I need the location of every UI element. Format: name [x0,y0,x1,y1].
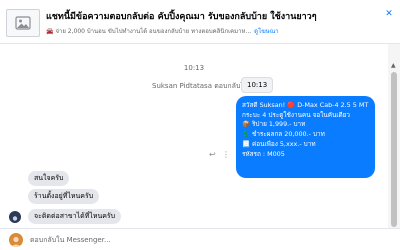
close-icon[interactable]: ✕ [384,9,394,19]
message-line: กระบะ 4 ประตูใช้งานคน จอในคันเดียว [242,110,351,119]
user-avatar [9,233,23,247]
time-tooltip: 10:13 [241,77,274,93]
message-line: รหัสรถ : M005 [242,149,285,158]
scrollbar-thumb[interactable] [391,72,397,227]
scroll-up-arrow-icon[interactable]: ▲ [391,62,396,69]
car-icon: 🚘 [46,28,54,35]
incoming-message-bubble[interactable]: จะติดต่อสาขาได้ที่ไหนครับ [28,209,122,224]
incoming-message-bubble[interactable]: สนใจครับ [28,171,70,186]
scrollbar[interactable]: ▲ [388,44,400,228]
message-timestamp: 10:13 [183,64,205,72]
ad-context-banner[interactable]: แชทนี้มีข้อความตอบกลับต่อ คับปิ้งคุณมา ร… [0,0,400,44]
ad-title: แชทนี้มีข้อความตอบกลับต่อ คับปิ้งคุณมา ร… [46,12,317,22]
messenger-chat-window: แชทนี้มีข้อความตอบกลับต่อ คับปิ้งคุณมา ร… [0,0,400,250]
view-ad-link[interactable]: ดูโฆษณา [254,28,278,35]
more-options-icon[interactable]: ⋮ [222,150,230,160]
message-actions: ↩ ⋮ [209,150,233,160]
message-line: 💲 ชำระผลกล 20,000.- บาท [242,130,325,139]
message-thread: 10:13 Suksan Pidtatasa ตอบกลับโฆษณา 10:1… [0,44,388,228]
message-input[interactable] [30,232,390,248]
ad-subtitle: จ่าย 2,000 บ้านอน ขับไปทำงานได้ อนของกลั… [55,28,252,35]
message-composer [0,228,400,250]
message-line: 📦 ริปาย 1,999.- บาท [242,120,306,129]
outgoing-message-bubble[interactable]: สวัสดี Suksan! 🔴 D-Max Cab-4 2.5 5 MT กร… [236,96,375,178]
ad-subtitle-row: 🚘 จ่าย 2,000 บ้านอน ขับไปทำงานได้ อนของกล… [46,26,279,36]
message-line: สวัสดี Suksan! 🔴 D-Max Cab-4 2.5 5 MT [242,101,369,109]
reply-icon[interactable]: ↩ [209,150,216,160]
image-icon [6,9,40,37]
contact-avatar[interactable] [9,211,21,223]
message-line: 📃 ค่อนเพื่อง 5,xxx.- บาท [242,139,316,148]
incoming-message-bubble[interactable]: ร้านตั้งอยู่ที่ไหนครับ [28,189,100,204]
